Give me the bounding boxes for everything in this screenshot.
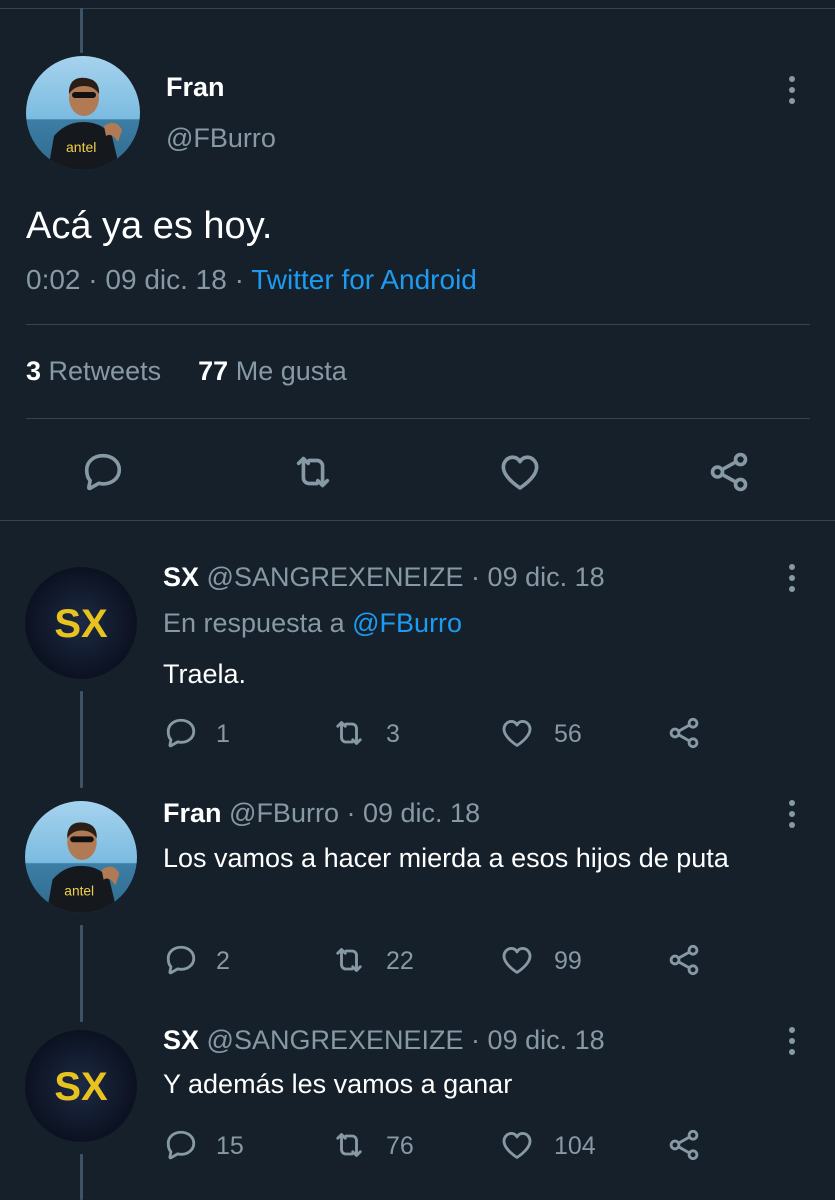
separator: · (471, 562, 481, 592)
reply-more-icon[interactable] (772, 1021, 812, 1061)
retweets-stat[interactable]: 3 Retweets (26, 356, 161, 386)
like-icon[interactable] (497, 449, 543, 495)
like-icon[interactable] (499, 1127, 535, 1163)
thread-line-top (80, 8, 83, 53)
retweet-icon[interactable] (331, 1127, 367, 1163)
like-count: 56 (554, 720, 582, 748)
reply-icon[interactable] (163, 1127, 199, 1163)
likes-label: Me gusta (235, 356, 347, 386)
reply-text: Y además les vamos a ganar (163, 1069, 513, 1099)
reply-text: Los vamos a hacer mierda a esos hijos de… (163, 843, 729, 873)
retweet-count: 3 (386, 720, 400, 748)
reply-date[interactable]: 09 dic. 18 (363, 798, 480, 828)
main-tweet-name[interactable]: Fran (166, 72, 225, 103)
retweet-icon[interactable] (331, 715, 367, 751)
divider (0, 520, 835, 521)
share-icon[interactable] (706, 449, 752, 495)
reply-author-handle[interactable]: @FBurro (229, 798, 339, 828)
avatar-fran-main[interactable]: antel (26, 56, 140, 170)
likes-count: 77 (198, 356, 229, 386)
retweet-count: 22 (386, 947, 414, 975)
in-reply-to-label: En respuesta a (163, 608, 345, 638)
reply-more-icon[interactable] (772, 558, 812, 598)
main-tweet-handle[interactable]: @FBurro (166, 123, 276, 154)
reply-author-name[interactable]: SX (163, 1025, 199, 1055)
main-tweet-time: 0:02 (26, 264, 81, 295)
main-tweet-stats: 3 Retweets 77 Me gusta (26, 356, 347, 387)
reply-author-name[interactable]: Fran (163, 798, 222, 828)
reply-count: 1 (216, 720, 230, 748)
reply-icon[interactable] (163, 715, 199, 751)
reply-icon[interactable] (80, 449, 126, 495)
reply-author-name[interactable]: SX (163, 562, 199, 592)
avatar-fran-2[interactable]: antel (25, 801, 137, 913)
reply-author-handle[interactable]: @SANGREXENEIZE (207, 562, 464, 592)
divider (26, 324, 810, 325)
like-count: 99 (554, 947, 582, 975)
reply-count: 2 (216, 947, 230, 975)
avatar-jersey-text: antel (64, 883, 94, 898)
main-tweet-source[interactable]: Twitter for Android (251, 264, 477, 295)
reply-date[interactable]: 09 dic. 18 (488, 562, 605, 592)
like-icon[interactable] (499, 715, 535, 751)
thread-line (80, 1154, 83, 1200)
avatar-jersey-text: antel (66, 139, 96, 155)
thread-line (80, 691, 83, 788)
in-reply-to-link[interactable]: @FBurro (352, 608, 462, 638)
reply-author-handle[interactable]: @SANGREXENEIZE (207, 1025, 464, 1055)
main-tweet-meta: 0:02 · 09 dic. 18 · Twitter for Android (26, 264, 477, 296)
share-icon[interactable] (666, 1127, 702, 1163)
likes-stat[interactable]: 77 Me gusta (198, 356, 347, 386)
retweets-label: Retweets (48, 356, 162, 386)
avatar-sx-1[interactable]: SX (25, 567, 137, 679)
reply-header: SX @SANGREXENEIZE · 09 dic. 18 (163, 1025, 605, 1056)
like-icon[interactable] (499, 942, 535, 978)
retweet-icon[interactable] (331, 942, 367, 978)
main-tweet-date[interactable]: 09 dic. 18 (105, 264, 226, 295)
reply-icon[interactable] (163, 942, 199, 978)
in-reply-to: En respuesta a @FBurro (163, 608, 462, 639)
retweets-count: 3 (26, 356, 42, 386)
reply-date[interactable]: 09 dic. 18 (488, 1025, 605, 1055)
reply-header: Fran @FBurro · 09 dic. 18 (163, 798, 480, 829)
main-tweet-more-icon[interactable] (772, 70, 812, 110)
thread-line (80, 925, 83, 1022)
divider (26, 418, 810, 419)
avatar-sx-2[interactable]: SX (25, 1030, 137, 1142)
share-icon[interactable] (666, 715, 702, 751)
reply-text: Traela. (163, 659, 247, 689)
top-divider (0, 8, 835, 9)
main-tweet-text: Acá ya es hoy. (26, 205, 273, 247)
reply-header: SX @SANGREXENEIZE · 09 dic. 18 (163, 562, 605, 593)
retweet-icon[interactable] (290, 449, 336, 495)
sx-logo-text: SX (54, 602, 108, 646)
share-icon[interactable] (666, 942, 702, 978)
reply-count: 15 (216, 1132, 244, 1160)
reply-more-icon[interactable] (772, 794, 812, 834)
retweet-count: 76 (386, 1132, 414, 1160)
like-count: 104 (554, 1132, 596, 1160)
separator: · (346, 798, 356, 828)
meta-separator: · (88, 264, 98, 295)
sx-logo-text: SX (54, 1065, 108, 1109)
meta-separator: · (234, 264, 244, 295)
separator: · (471, 1025, 481, 1055)
